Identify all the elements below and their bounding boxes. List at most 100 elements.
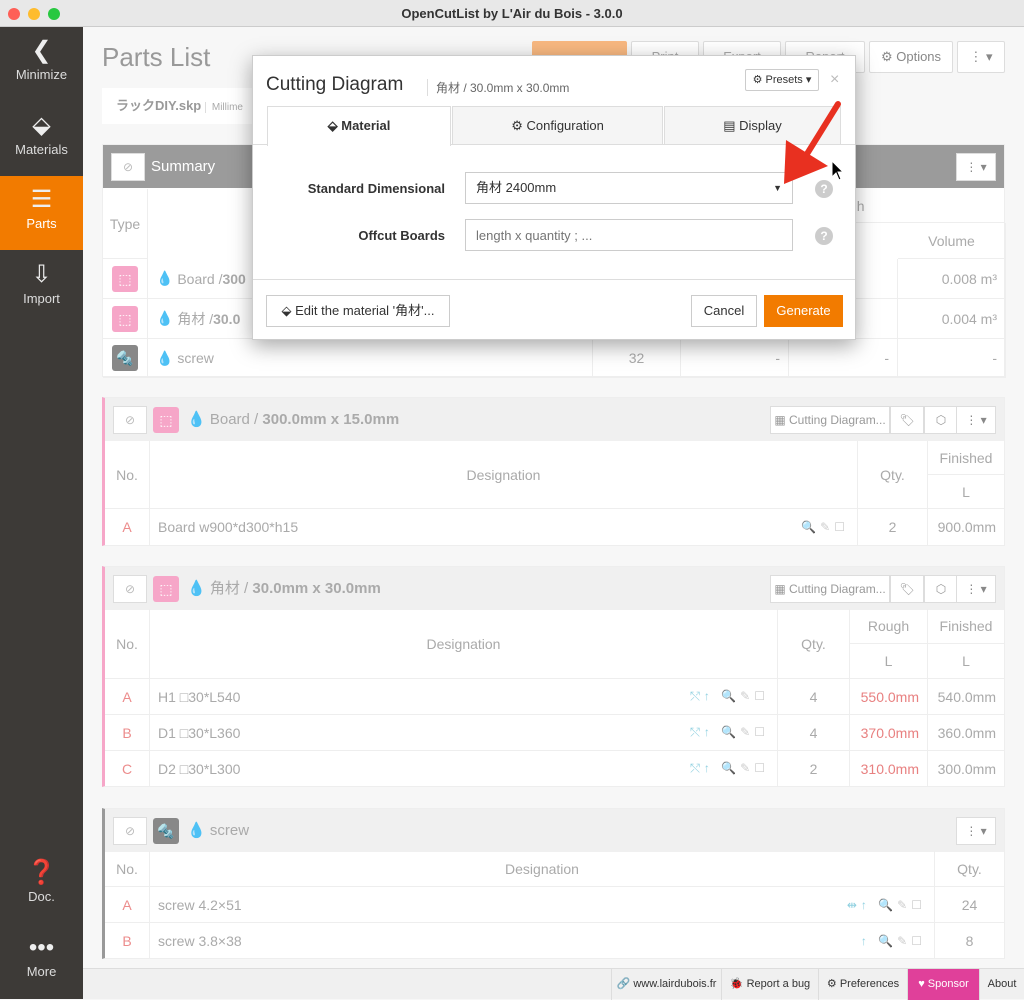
group-header: ⊘ ⬚ 💧 角材 / 30.0mm x 30.0mm ▦ Cutting Dia… [105, 567, 1004, 610]
table-row[interactable]: D2 □30*L300 ⤲↑ 🔍✎☐ [150, 751, 778, 787]
website-link[interactable]: 🔗 www.lairdubois.fr [611, 969, 721, 1000]
part-name: H1 □30*L540 [158, 688, 241, 705]
sidebar-item-minimize[interactable]: ❮ Minimize [0, 27, 83, 101]
file-tab[interactable]: ラックDIY.skp Millime [102, 88, 262, 124]
part-name: screw 4.2×51 [158, 896, 242, 913]
highlight-button[interactable]: ⬡ [924, 406, 958, 434]
visibility-toggle-icon[interactable]: ⊘ [113, 406, 147, 434]
labels-button[interactable]: 🏷 [890, 406, 924, 434]
zoom-window-button[interactable] [48, 8, 60, 20]
group-header: ⊘ 🔩 💧 screw ⋮ ▾ [105, 809, 1004, 852]
annotation-arrow-icon [784, 101, 841, 184]
summary-row-name[interactable]: 💧 screw [148, 339, 593, 378]
close-icon[interactable]: × [830, 71, 839, 89]
highlight-button[interactable]: ⬡ [924, 575, 958, 603]
bug-icon: 🐞 [729, 978, 744, 990]
no-header: No. [105, 609, 150, 679]
color-drop-icon: 💧 [187, 580, 206, 597]
qty-header: Qty. [935, 851, 1005, 887]
gear-icon: ⚙ [826, 978, 837, 990]
generate-button[interactable]: Generate [764, 295, 843, 327]
sidebar-item-import[interactable]: ⇩ Import [0, 251, 83, 325]
group-more-button[interactable]: ⋮ ▾ [956, 575, 996, 603]
presets-button[interactable]: ⚙ Presets ▾ [745, 69, 819, 91]
preferences-button[interactable]: ⚙ Preferences [818, 969, 907, 1000]
rough-header: Rough [850, 609, 928, 644]
materials-icon: ⬙ [32, 112, 51, 139]
heart-hand-icon: ♥ [918, 978, 925, 990]
options-button[interactable]: ⚙ Options [869, 41, 953, 73]
sponsor-label: Sponsor [927, 978, 969, 990]
file-name: ラックDIY.skp [116, 98, 202, 113]
gear-icon: ⚙ [511, 118, 527, 133]
group-more-button[interactable]: ⋮ ▾ [956, 817, 996, 845]
table-row[interactable]: screw 3.8×38 ↑ 🔍✎☐ [150, 923, 935, 959]
table-row[interactable]: screw 4.2×51 ⇹↑ 🔍✎☐ [150, 887, 935, 923]
row-actions-icons[interactable]: ⤲↑ 🔍✎☐ [690, 689, 769, 704]
row-actions-icons[interactable]: ↑ 🔍✎☐ [861, 934, 926, 948]
std-dimensional-value: 角材 2400mm [476, 180, 557, 195]
std-dimensional-select[interactable]: 角材 2400mm ▼ [465, 172, 793, 204]
type-cell: 🔩 [103, 339, 148, 378]
report-bug-button[interactable]: 🐞 Report a bug [721, 969, 818, 1000]
summary-more-button[interactable]: ⋮ ▾ [956, 153, 996, 181]
sidebar-item-parts[interactable]: ☰ Parts [0, 176, 83, 250]
type-header: Type [103, 189, 148, 259]
table-row[interactable]: H1 □30*L540 ⤲↑ 🔍✎☐ [150, 679, 778, 715]
group-dims: 300.0mm x 15.0mm [262, 411, 400, 428]
offcut-boards-input[interactable] [465, 219, 793, 251]
minimize-window-button[interactable] [28, 8, 40, 20]
type-cell: ⬚ [103, 299, 148, 339]
qty-cell: 8 [935, 923, 1005, 959]
group-material: 角材 [209, 580, 240, 597]
row-actions-icons[interactable]: ⤲↑ 🔍✎☐ [690, 725, 769, 740]
visibility-toggle-icon[interactable]: ⊘ [113, 817, 147, 845]
finished-header: Finished [928, 441, 1005, 475]
material-icon: ⬙ [327, 118, 342, 133]
material-name: 角材 / [177, 310, 214, 327]
row-actions-icons[interactable]: ⤲↑ 🔍✎☐ [690, 761, 769, 776]
table-row[interactable]: Board w900*d300*h15 🔍✎☐ [150, 509, 858, 546]
visibility-toggle-icon[interactable]: ⊘ [111, 153, 145, 181]
sidebar-label: Minimize [15, 67, 68, 82]
about-button[interactable]: About [979, 969, 1024, 1000]
help-icon[interactable]: ? [815, 227, 833, 245]
part-name: D2 □30*L300 [158, 760, 241, 777]
sidebar-item-doc[interactable]: ❓ Doc. [0, 849, 83, 923]
group-board: ⊘ ⬚ 💧 Board / 300.0mm x 15.0mm ▦ Cutting… [102, 397, 1005, 546]
cutting-diagram-modal: Cutting Diagram 角材 / 30.0mm x 30.0mm ⚙ P… [252, 55, 856, 340]
qty-header: Qty. [778, 609, 850, 679]
color-drop-icon: 💧 [156, 270, 174, 286]
cube-icon: ⬡ [935, 582, 947, 596]
sheet-material-icon: ⬚ [153, 576, 179, 602]
tab-configuration[interactable]: ⚙ Configuration [452, 106, 663, 144]
table-row[interactable]: D1 □30*L360 ⤲↑ 🔍✎☐ [150, 715, 778, 751]
qty-cell: 2 [858, 509, 928, 546]
sponsor-button[interactable]: ♥ Sponsor [907, 969, 979, 1000]
header-more-button[interactable]: ⋮ ▾ [957, 41, 1005, 73]
volume-cell: - [898, 339, 1006, 378]
group-more-button[interactable]: ⋮ ▾ [956, 406, 996, 434]
divider [253, 144, 267, 145]
row-actions-icons[interactable]: ⇹↑ 🔍✎☐ [847, 898, 926, 912]
sidebar-item-more[interactable]: ••• More [0, 924, 83, 998]
labels-button[interactable]: 🏷 [890, 575, 924, 603]
finished-cell: 300.0mm [928, 751, 1005, 787]
tab-material[interactable]: ⬙ Material [267, 106, 451, 146]
parts-list-icon: ☰ [30, 186, 53, 213]
edit-material-button[interactable]: ⬙ Edit the material '角材'... [266, 295, 450, 327]
qty-header: Qty. [858, 441, 928, 509]
cutting-diagram-button[interactable]: ▦ Cutting Diagram... [770, 406, 890, 434]
row-actions-icons[interactable]: 🔍✎☐ [801, 520, 849, 534]
cancel-button[interactable]: Cancel [691, 295, 757, 327]
rough-cell: 550.0mm [850, 679, 928, 715]
sidebar-item-materials[interactable]: ⬙ Materials [0, 102, 83, 176]
close-window-button[interactable] [8, 8, 20, 20]
sidebar-label: More [26, 964, 57, 979]
sidebar-label: Import [23, 291, 60, 306]
visibility-toggle-icon[interactable]: ⊘ [113, 575, 147, 603]
designation-header: Designation [150, 851, 935, 887]
material-name: Board / [177, 270, 223, 287]
cutting-diagram-button[interactable]: ▦ Cutting Diagram... [770, 575, 890, 603]
finished-cell: 360.0mm [928, 715, 1005, 751]
